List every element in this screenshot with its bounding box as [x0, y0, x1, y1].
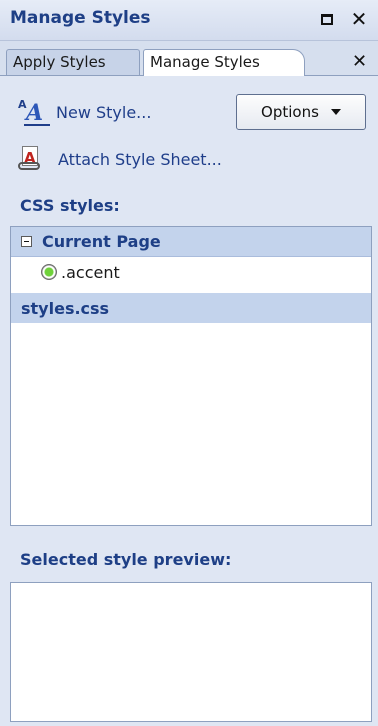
panel-title: Manage Styles [10, 8, 151, 28]
css-styles-label: CSS styles: [20, 196, 120, 215]
stylesheet-label: styles.css [21, 298, 110, 318]
tree-item-style-rule[interactable]: .accent [11, 257, 371, 287]
close-panel-button[interactable]: ✕ [346, 6, 372, 32]
options-button[interactable]: Options [236, 94, 366, 130]
collapse-icon[interactable] [21, 236, 32, 247]
new-style-label: New Style... [56, 102, 152, 122]
style-rule-label: .accent [61, 262, 120, 282]
options-label: Options [261, 103, 319, 121]
close-tab-button[interactable]: ✕ [352, 53, 367, 71]
current-page-label: Current Page [42, 232, 161, 251]
style-preview-box [10, 582, 372, 722]
close-icon: ✕ [352, 51, 368, 72]
style-rule-icon [41, 264, 57, 280]
css-styles-tree[interactable]: Current Page .accent styles.css [10, 226, 372, 526]
close-icon: ✕ [350, 7, 368, 31]
dropdown-arrow-icon [330, 109, 341, 115]
attach-stylesheet-icon: A [18, 146, 48, 172]
tab-manage-styles[interactable]: Manage Styles [143, 49, 305, 76]
tab-apply-styles[interactable]: Apply Styles [6, 49, 140, 75]
attach-style-sheet-link[interactable]: A Attach Style Sheet... [18, 146, 222, 172]
attach-style-sheet-label: Attach Style Sheet... [58, 149, 222, 169]
new-style-icon: AA [18, 98, 52, 126]
tree-node-stylesheet[interactable]: styles.css [11, 293, 371, 323]
restore-icon [321, 13, 333, 25]
tree-node-current-page[interactable]: Current Page [11, 227, 371, 257]
restore-button[interactable] [314, 6, 340, 32]
new-style-link[interactable]: AA New Style... [18, 98, 151, 126]
panel-title-bar: Manage Styles ✕ [0, 0, 378, 41]
tab-strip: Apply Styles Manage Styles ✕ [0, 41, 378, 76]
selected-style-preview-label: Selected style preview: [20, 550, 232, 569]
